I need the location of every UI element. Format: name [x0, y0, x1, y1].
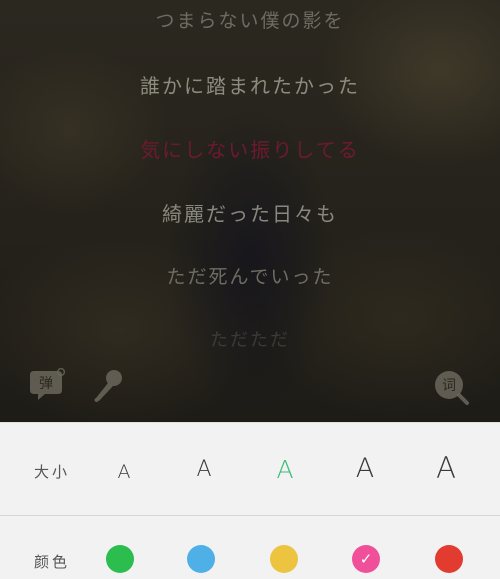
- danmaku-label: 弹: [39, 376, 53, 392]
- lyric-line-6: ただただ: [210, 330, 290, 351]
- size-option-4[interactable]: A: [345, 453, 385, 484]
- color-swatch-yellow[interactable]: [270, 545, 298, 573]
- microphone-button[interactable]: [92, 368, 126, 404]
- lyric-line-1: つまらない僕の影を: [155, 10, 345, 32]
- size-option-5[interactable]: A: [426, 451, 466, 485]
- color-swatch-pink[interactable]: ✓: [352, 545, 380, 573]
- lyric-search-icon: 词: [435, 371, 469, 405]
- color-label: 颜色: [34, 553, 71, 571]
- color-swatch-green[interactable]: [106, 545, 134, 573]
- size-option-1[interactable]: A: [104, 461, 144, 483]
- danmaku-button[interactable]: 弹: [28, 366, 68, 404]
- size-option-2[interactable]: A: [184, 457, 224, 482]
- color-swatch-blue[interactable]: [187, 545, 215, 573]
- lyric-line-4: 綺麗だった日々も: [162, 202, 338, 226]
- lyric-search-button[interactable]: 词: [432, 368, 472, 406]
- lyric-line-current: 気にしない振りしてる: [140, 138, 360, 162]
- lyric-line-2: 誰かに踏まれたかった: [140, 74, 360, 98]
- size-label: 大小: [34, 463, 71, 481]
- divider: [0, 515, 500, 516]
- check-icon: ✓: [359, 549, 373, 568]
- lyric-line-5: ただ死んでいった: [166, 266, 334, 288]
- size-option-3[interactable]: A: [265, 455, 305, 484]
- lyric-search-label: 词: [442, 378, 456, 394]
- settings-panel: 大小 A A A A A 颜色 ✓: [0, 422, 500, 579]
- microphone-icon: [94, 370, 122, 402]
- color-swatch-red[interactable]: [435, 545, 463, 573]
- lyrics-player: つまらない僕の影を 誰かに踏まれたかった 気にしない振りしてる 綺麗だった日々も…: [0, 0, 500, 422]
- danmaku-bubble-icon: 弹: [30, 367, 66, 400]
